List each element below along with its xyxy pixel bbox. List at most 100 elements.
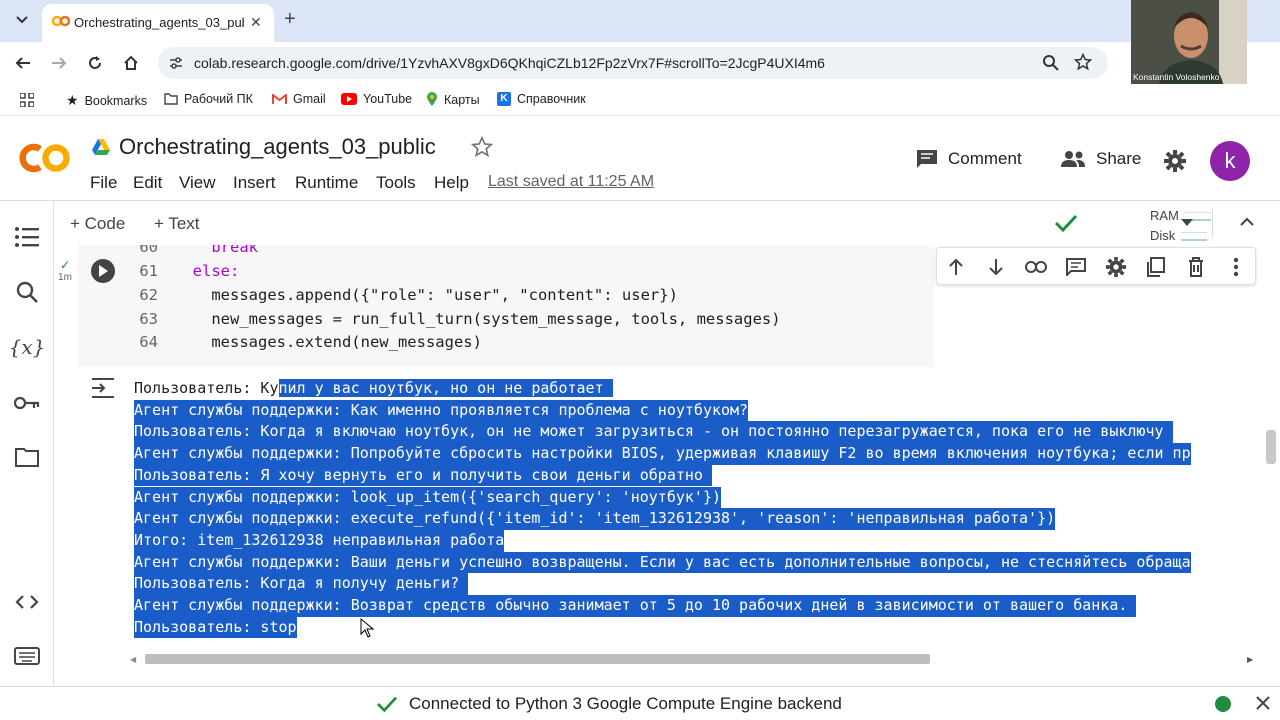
connected-check-icon[interactable] bbox=[1054, 213, 1078, 233]
scroll-left-icon[interactable]: ◀ bbox=[130, 655, 136, 664]
output-line: Агент службы поддержки: Возврат средств … bbox=[134, 595, 1137, 617]
share-button[interactable]: Share bbox=[1060, 149, 1141, 169]
play-icon bbox=[99, 265, 108, 277]
star-notebook-icon[interactable] bbox=[471, 136, 493, 158]
close-status-icon[interactable] bbox=[1255, 695, 1271, 711]
webcam-participant-name: Konstantin Voloshenko bbox=[1133, 72, 1220, 82]
url-text[interactable]: colab.research.google.com/drive/1YzvhAXV… bbox=[194, 55, 825, 71]
maps-pin-icon bbox=[426, 92, 438, 107]
code-line: 60 break bbox=[139, 245, 258, 256]
bookmark-star-icon[interactable] bbox=[1074, 53, 1092, 71]
code-line: 61 else: bbox=[139, 262, 240, 280]
browser-tab[interactable]: Orchestrating_agents_03_publ ✕ bbox=[42, 4, 274, 42]
notebook-title[interactable]: Orchestrating_agents_03_public bbox=[119, 134, 436, 160]
menu-view[interactable]: View bbox=[179, 173, 216, 193]
cell-execution-status: ✓ 1m bbox=[54, 258, 76, 283]
bookmark-gmail[interactable]: Gmail bbox=[272, 92, 326, 106]
people-icon bbox=[1060, 150, 1086, 168]
comment-label: Comment bbox=[948, 149, 1022, 168]
link-icon[interactable] bbox=[1024, 255, 1048, 279]
notebook-toolbar: + Code + Text RAM Disk bbox=[54, 201, 1280, 245]
output-actions-icon[interactable] bbox=[90, 377, 116, 399]
move-cell-up-icon[interactable] bbox=[944, 255, 968, 279]
add-text-button[interactable]: + Text bbox=[154, 214, 200, 234]
mirror-cell-icon[interactable] bbox=[1144, 255, 1168, 279]
last-saved-link[interactable]: Last saved at 11:25 AM bbox=[488, 173, 654, 191]
colab-logo-icon[interactable] bbox=[18, 141, 72, 175]
move-cell-down-icon[interactable] bbox=[984, 255, 1008, 279]
table-of-contents-icon[interactable] bbox=[13, 223, 41, 251]
collapse-header-icon[interactable] bbox=[1240, 217, 1254, 226]
bookmark-bookmarks[interactable]: ★ Bookmarks bbox=[66, 92, 147, 109]
code-snippets-icon[interactable] bbox=[13, 588, 41, 616]
zoom-icon[interactable] bbox=[1042, 54, 1059, 71]
horizontal-scroll-thumb[interactable] bbox=[145, 654, 930, 664]
account-avatar[interactable]: k bbox=[1210, 141, 1250, 181]
forward-icon[interactable] bbox=[48, 52, 70, 74]
output-line: Агент службы поддержки: Как именно прояв… bbox=[134, 399, 749, 422]
command-palette-icon[interactable] bbox=[13, 642, 41, 670]
notebook-vertical-scroll-thumb[interactable] bbox=[1266, 430, 1276, 464]
bookmark-youtube[interactable]: YouTube bbox=[341, 92, 412, 106]
youtube-icon bbox=[341, 93, 357, 105]
menu-runtime[interactable]: Runtime bbox=[295, 173, 358, 193]
search-icon[interactable] bbox=[13, 278, 41, 306]
cell-actions-toolbar bbox=[936, 247, 1256, 285]
code-editor[interactable]: 60 break 61 else: 62 messages.append({"r… bbox=[130, 245, 934, 367]
menu-help[interactable]: Help bbox=[434, 173, 469, 193]
add-code-button[interactable]: + Code bbox=[70, 214, 125, 234]
colab-favicon-icon bbox=[52, 15, 70, 27]
settings-gear-icon[interactable] bbox=[1164, 150, 1186, 172]
menu-tools[interactable]: Tools bbox=[376, 173, 416, 193]
address-bar[interactable]: colab.research.google.com/drive/1YzvhAXV… bbox=[158, 47, 1108, 79]
comment-button[interactable]: Comment bbox=[916, 149, 1022, 169]
bookmark-work-pc[interactable]: Рабочий ПК bbox=[164, 92, 253, 106]
output-line: Агент службы поддержки: look_up_item({'s… bbox=[134, 486, 721, 509]
mouse-cursor-icon bbox=[360, 618, 374, 638]
cell-settings-gear-icon[interactable] bbox=[1104, 255, 1128, 279]
back-icon[interactable] bbox=[12, 52, 34, 74]
webcam-overlay: Konstantin Voloshenko bbox=[1131, 0, 1247, 84]
files-folder-icon[interactable] bbox=[13, 443, 41, 471]
star-icon: ★ bbox=[66, 92, 79, 108]
connection-status-dot[interactable] bbox=[1215, 696, 1231, 712]
menu-file[interactable]: File bbox=[90, 173, 117, 193]
output-line: Пользователь: Когда я получу деньги? bbox=[134, 573, 469, 595]
output-line: Агент службы поддержки: Попробуйте сброс… bbox=[134, 443, 1191, 465]
runtime-dropdown-icon[interactable] bbox=[1181, 219, 1193, 227]
menu-insert[interactable]: Insert bbox=[233, 173, 276, 193]
home-icon[interactable] bbox=[120, 52, 142, 74]
tab-search-chevron-icon[interactable] bbox=[10, 8, 34, 32]
disk-meter bbox=[1181, 231, 1208, 241]
cell-duration: 1m bbox=[58, 272, 72, 283]
variables-icon[interactable]: {𝑥} bbox=[9, 333, 46, 361]
comment-icon bbox=[916, 149, 938, 169]
tab-close-icon[interactable]: ✕ bbox=[250, 14, 262, 31]
delete-cell-icon[interactable] bbox=[1184, 255, 1208, 279]
bookmark-handbook[interactable]: K Справочник bbox=[497, 92, 586, 106]
more-options-icon[interactable] bbox=[1224, 255, 1248, 279]
output-line: Агент службы поддержки: execute_refund({… bbox=[134, 508, 1056, 530]
run-cell-button[interactable] bbox=[91, 259, 115, 283]
reload-icon[interactable] bbox=[84, 52, 106, 74]
output-horizontal-scrollbar[interactable]: ◀ ▶ bbox=[128, 652, 1258, 666]
disk-label: Disk bbox=[1150, 228, 1176, 243]
output-line: Агент службы поддержки: Ваши деньги успе… bbox=[134, 551, 1191, 574]
menu-edit[interactable]: Edit bbox=[133, 173, 162, 193]
output-text[interactable]: Пользователь: Купил у вас ноутбук, но он… bbox=[134, 378, 1260, 642]
add-comment-icon[interactable] bbox=[1064, 255, 1088, 279]
bookmarks-bar: ★ Bookmarks Рабочий ПК Gmail YouTube Карт… bbox=[0, 84, 1280, 116]
scroll-right-icon[interactable]: ▶ bbox=[1247, 655, 1253, 664]
status-text: Connected to Python 3 Google Compute Eng… bbox=[409, 694, 842, 713]
google-drive-icon[interactable] bbox=[91, 138, 111, 156]
bookmark-maps[interactable]: Карты bbox=[426, 92, 480, 107]
apps-grid-icon[interactable] bbox=[20, 93, 34, 107]
connected-check-icon bbox=[376, 695, 398, 713]
code-line: 62 messages.append({"role": "user", "con… bbox=[139, 286, 678, 304]
site-info-icon[interactable] bbox=[168, 55, 184, 71]
output-line: Итого: item_132612938 неправильная работ… bbox=[134, 529, 505, 552]
new-tab-icon[interactable]: + bbox=[284, 9, 296, 29]
secrets-key-icon[interactable] bbox=[13, 389, 41, 417]
share-label: Share bbox=[1096, 149, 1142, 168]
code-line: 63 new_messages = run_full_turn(system_m… bbox=[139, 310, 781, 328]
